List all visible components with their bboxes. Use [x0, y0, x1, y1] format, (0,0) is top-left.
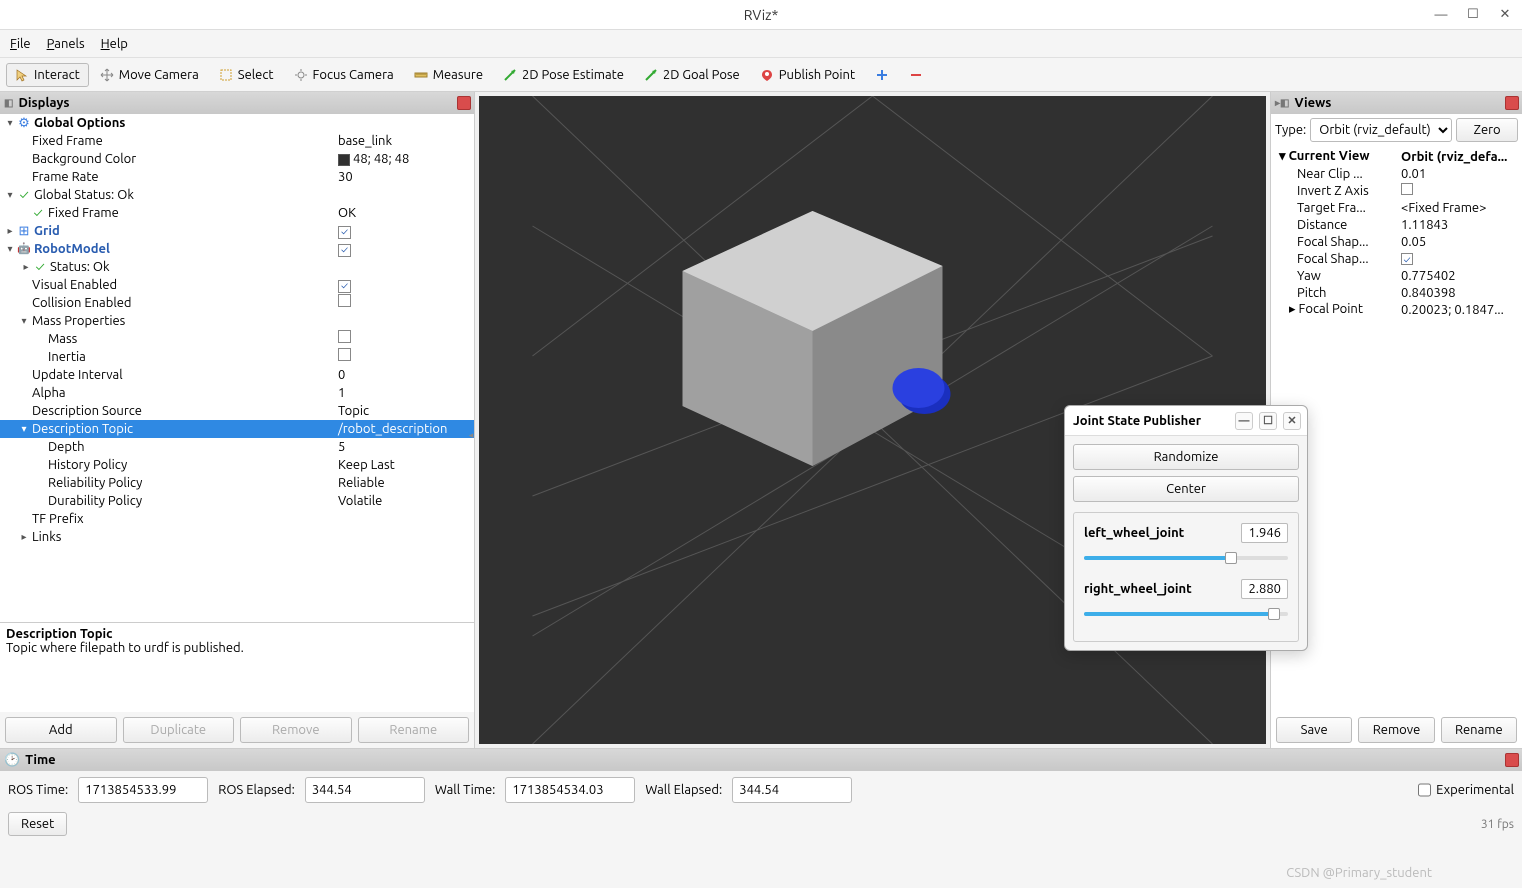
panel-close-icon[interactable] [457, 96, 471, 110]
minimize-icon[interactable]: — [1235, 412, 1253, 430]
menu-file[interactable]: File [10, 37, 31, 51]
tool-publish-point[interactable]: Publish Point [751, 63, 864, 87]
left-joint-value: 1.946 [1241, 523, 1288, 543]
time-header[interactable]: 🕑 Time [0, 749, 1522, 771]
move-camera-icon [100, 68, 114, 82]
menubar: File Panels Help [0, 30, 1522, 58]
tool-pose-estimate[interactable]: 2D Pose Estimate [494, 63, 633, 87]
panel-close-icon[interactable] [1505, 96, 1519, 110]
tool-select[interactable]: Select [210, 63, 283, 87]
center-button[interactable]: Center [1073, 476, 1299, 502]
minimize-icon[interactable]: — [1432, 6, 1450, 24]
plus-icon [875, 68, 889, 82]
select-icon [219, 68, 233, 82]
reset-button[interactable]: Reset [8, 812, 67, 836]
ros-time-label: ROS Time: [8, 783, 68, 797]
tool-move-camera[interactable]: Move Camera [91, 63, 208, 87]
joint-state-publisher-window[interactable]: Joint State Publisher — ☐ ✕ Randomize Ce… [1064, 405, 1308, 651]
pose-estimate-icon [503, 68, 517, 82]
randomize-button[interactable]: Randomize [1073, 444, 1299, 470]
ros-time-input[interactable] [78, 777, 208, 803]
right-joint-slider[interactable] [1084, 607, 1288, 621]
tool-interact[interactable]: Interact [6, 63, 89, 87]
tool-goal-pose[interactable]: 2D Goal Pose [635, 63, 749, 87]
add-button[interactable]: Add [5, 717, 117, 743]
publish-point-icon [760, 68, 774, 82]
views-header[interactable]: ▸◧ Views [1271, 92, 1522, 114]
toolbar: Interact Move Camera Select Focus Camera… [0, 58, 1522, 92]
menu-panels[interactable]: Panels [47, 37, 85, 51]
view-type-select[interactable]: Orbit (rviz_default) [1310, 118, 1452, 142]
splitter-left-icon[interactable]: ◂ [467, 420, 475, 450]
window-titlebar: RViz* — ☐ ✕ [0, 0, 1522, 30]
description-box: Description Topic Topic where filepath t… [0, 622, 474, 712]
goal-pose-icon [644, 68, 658, 82]
window-title: RViz* [744, 7, 779, 23]
time-panel: 🕑 Time ROS Time: ROS Elapsed: Wall Time:… [0, 748, 1522, 842]
focus-camera-icon [294, 68, 308, 82]
type-label: Type: [1275, 123, 1306, 137]
grip-icon: ◧ [4, 97, 13, 109]
gear-icon: ⚙ [16, 114, 32, 132]
measure-icon [414, 68, 428, 82]
watermark: CSDN @Primary_student [1286, 866, 1432, 880]
menu-help[interactable]: Help [101, 37, 128, 51]
wall-time-input[interactable] [505, 777, 635, 803]
wall-elapsed-input[interactable] [732, 777, 852, 803]
tool-add[interactable] [866, 63, 898, 87]
displays-tree[interactable]: ▾⚙Global Options Fixed Framebase_link Ba… [0, 114, 474, 622]
remove-button[interactable]: Remove [240, 717, 352, 743]
clock-icon: 🕑 [4, 753, 20, 768]
displays-header[interactable]: ◧ Displays [0, 92, 474, 114]
grid-icon: ⊞ [16, 222, 32, 240]
views-tree[interactable]: ▾ Current ViewOrbit (rviz_defa... Near C… [1271, 146, 1522, 320]
minus-icon [909, 68, 923, 82]
ros-elapsed-input[interactable] [305, 777, 425, 803]
fps-display: 31 fps [1481, 818, 1514, 831]
check-icon: ✓ [32, 258, 48, 276]
check-icon: ✓ [30, 204, 46, 222]
grip-icon: ▸◧ [1275, 97, 1289, 109]
wall-elapsed-label: Wall Elapsed: [645, 783, 722, 797]
left-joint-label: left_wheel_joint [1084, 526, 1184, 540]
close-icon[interactable]: ✕ [1283, 412, 1301, 430]
tool-measure[interactable]: Measure [405, 63, 492, 87]
ros-elapsed-label: ROS Elapsed: [218, 783, 295, 797]
wall-time-label: Wall Time: [435, 783, 496, 797]
views-save-button[interactable]: Save [1276, 717, 1352, 743]
rename-button[interactable]: Rename [358, 717, 470, 743]
duplicate-button[interactable]: Duplicate [123, 717, 235, 743]
tool-remove[interactable] [900, 63, 932, 87]
left-joint-slider[interactable] [1084, 551, 1288, 565]
experimental-checkbox[interactable] [1418, 777, 1431, 803]
maximize-icon[interactable]: ☐ [1259, 412, 1277, 430]
right-joint-value: 2.880 [1241, 579, 1288, 599]
description-topic-row: ▾Description Topic/robot_description [0, 420, 474, 438]
maximize-icon[interactable]: ☐ [1464, 6, 1482, 24]
views-rename-button[interactable]: Rename [1441, 717, 1517, 743]
robot-icon: 🤖 [16, 240, 32, 258]
check-icon: ✓ [16, 186, 32, 204]
views-remove-button[interactable]: Remove [1358, 717, 1434, 743]
close-icon[interactable]: ✕ [1496, 6, 1514, 24]
interact-icon [15, 68, 29, 82]
panel-close-icon[interactable] [1505, 753, 1519, 767]
tool-focus-camera[interactable]: Focus Camera [285, 63, 403, 87]
displays-panel: ◧ Displays ▾⚙Global Options Fixed Frameb… [0, 92, 475, 748]
jsp-title: Joint State Publisher [1073, 414, 1201, 428]
zero-button[interactable]: Zero [1456, 118, 1518, 142]
right-joint-label: right_wheel_joint [1084, 582, 1192, 596]
